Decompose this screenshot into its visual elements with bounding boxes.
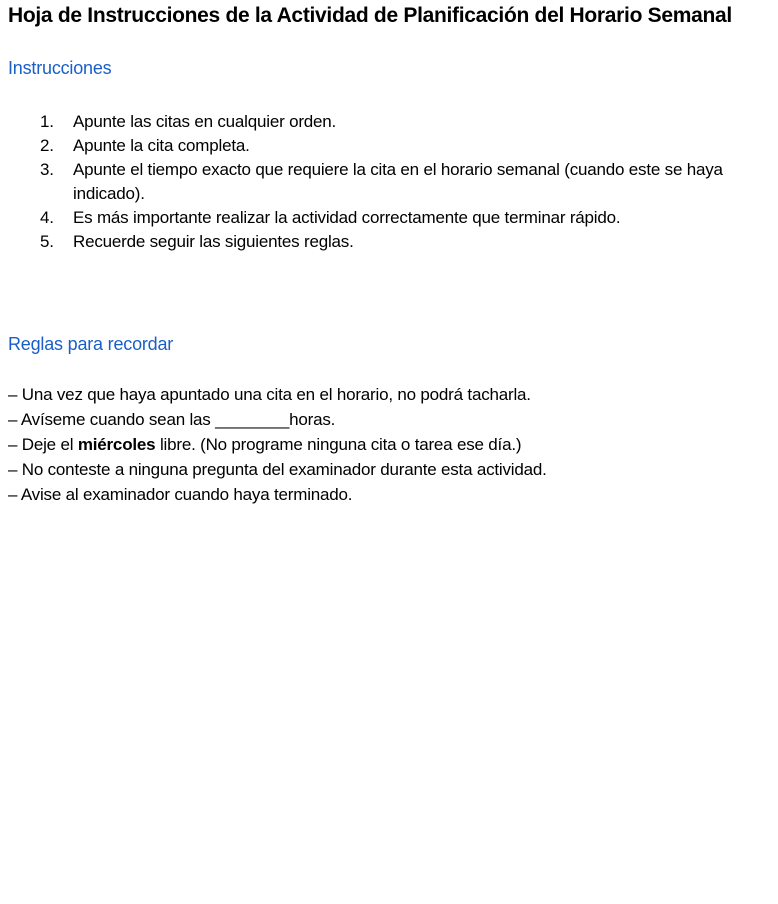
instruction-item: 1. Apunte las citas en cualquier orden. xyxy=(0,110,778,134)
rules-list: – Una vez que haya apuntado una cita en … xyxy=(8,382,768,507)
instruction-number: 2. xyxy=(40,136,54,155)
instruction-text: Apunte el tiempo exacto que requiere la … xyxy=(73,160,723,203)
rule-item: – Una vez que haya apuntado una cita en … xyxy=(8,385,531,404)
instruction-text: Recuerde seguir las siguientes reglas. xyxy=(73,232,354,251)
instruction-item: 4. Es más importante realizar la activid… xyxy=(0,206,778,230)
instruction-item: 3. Apunte el tiempo exacto que requiere … xyxy=(0,158,778,206)
instruction-number: 4. xyxy=(40,208,54,227)
rule-text: libre. (No programe ninguna cita o tarea… xyxy=(155,435,522,454)
rule-item: – Avíseme cuando sean las ________horas. xyxy=(8,410,336,429)
rule-item: – Deje el miércoles libre. (No programe … xyxy=(8,432,768,457)
rule-item: – Avise al examinador cuando haya termin… xyxy=(8,485,353,504)
rule-item: – No conteste a ninguna pregunta del exa… xyxy=(8,460,547,479)
rule-text: – Deje el xyxy=(8,435,78,454)
instruction-text: Es más importante realizar la actividad … xyxy=(73,208,621,227)
rules-heading: Reglas para recordar xyxy=(8,334,174,354)
instruction-item: 2. Apunte la cita completa. xyxy=(0,134,778,158)
instructions-list: 1. Apunte las citas en cualquier orden. … xyxy=(0,110,778,254)
instruction-number: 3. xyxy=(40,160,54,179)
document-page: Hoja de Instrucciones de la Actividad de… xyxy=(0,0,778,904)
document-title: Hoja de Instrucciones de la Actividad de… xyxy=(8,4,732,27)
instruction-number: 1. xyxy=(40,112,54,131)
instruction-text: Apunte las citas en cualquier orden. xyxy=(73,112,337,131)
rule-emphasis-day: miércoles xyxy=(77,435,156,454)
instructions-heading: Instrucciones xyxy=(8,58,112,78)
instruction-text: Apunte la cita completa. xyxy=(73,136,250,155)
instruction-number: 5. xyxy=(40,232,54,251)
instruction-item: 5. Recuerde seguir las siguientes reglas… xyxy=(0,230,778,254)
